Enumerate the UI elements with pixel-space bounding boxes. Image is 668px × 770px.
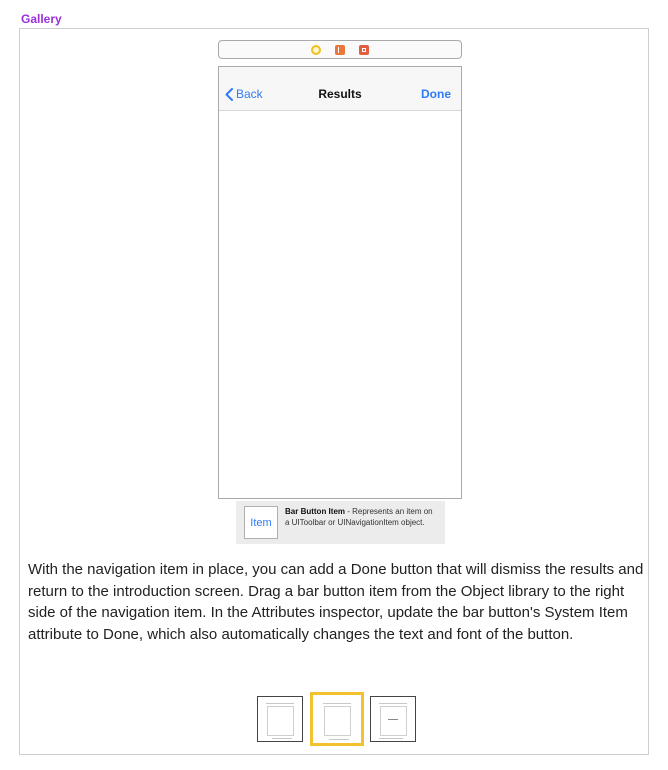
first-responder-icon[interactable]: [335, 44, 345, 55]
library-item-tooltip: Item Bar Button Item - Represents an ite…: [236, 501, 445, 544]
thumbnail-2[interactable]: [310, 692, 364, 746]
thumbnail-1[interactable]: [257, 696, 303, 742]
lib-icon-label: Item: [250, 516, 272, 529]
library-item-description: Bar Button Item - Represents an item on …: [285, 507, 437, 528]
library-item-name: Bar Button Item: [285, 507, 345, 516]
gallery-frame: Back Results Done Item Bar Button Item -…: [19, 28, 649, 755]
navigation-bar: Back Results Done: [219, 67, 461, 111]
done-button[interactable]: Done: [421, 87, 451, 101]
exit-icon[interactable]: [359, 44, 369, 55]
thumbnail-3[interactable]: [370, 696, 416, 742]
scene-dock: [218, 40, 462, 59]
bar-button-item-icon: Item: [244, 506, 278, 539]
results-scene: Back Results Done: [218, 66, 462, 499]
view-controller-icon[interactable]: [311, 44, 321, 55]
step-description: With the navigation item in place, you c…: [28, 561, 644, 643]
thumbnail-strip: [20, 692, 648, 750]
gallery-title: Gallery: [21, 12, 62, 26]
